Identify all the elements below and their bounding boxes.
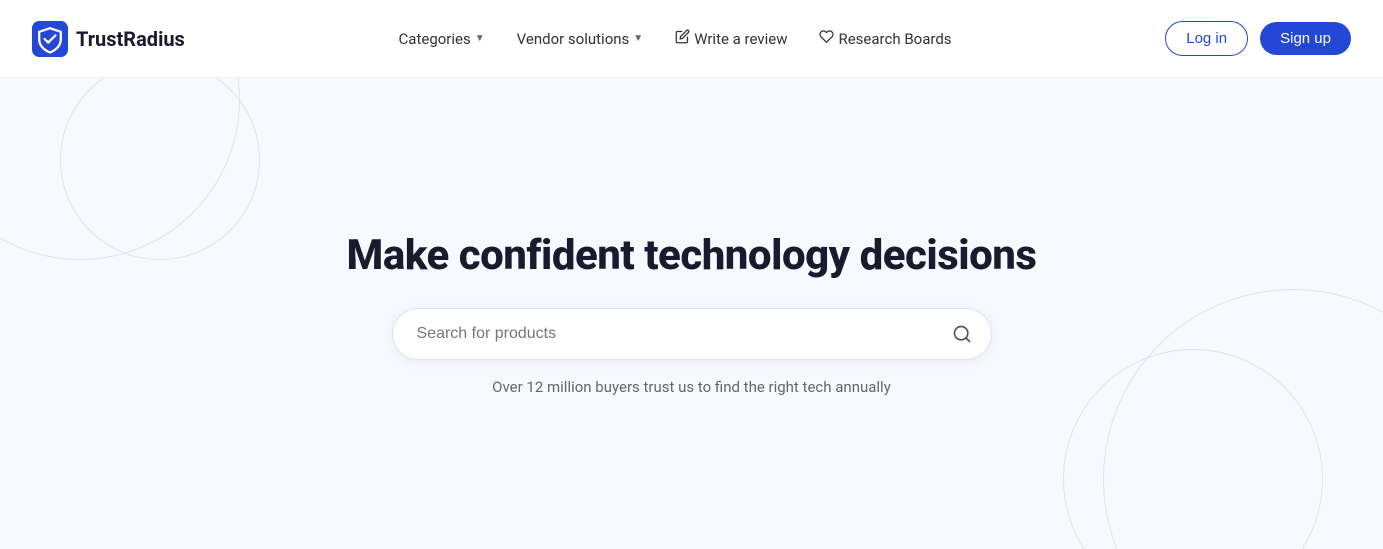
pencil-icon	[675, 29, 690, 48]
write-review-nav-link[interactable]: Write a review	[675, 29, 787, 48]
search-container	[392, 308, 992, 360]
categories-label: Categories	[399, 30, 471, 48]
search-icon	[952, 324, 972, 344]
login-button[interactable]: Log in	[1165, 21, 1248, 56]
trust-radius-logo-icon	[32, 21, 68, 57]
hero-subtitle: Over 12 million buyers trust us to find …	[492, 378, 891, 396]
signup-button[interactable]: Sign up	[1260, 22, 1351, 55]
logo-link[interactable]: TrustRadius	[32, 21, 185, 57]
vendor-solutions-nav-link[interactable]: Vendor solutions ▼	[517, 30, 644, 48]
search-button[interactable]	[948, 320, 976, 348]
hero-section: Make confident technology decisions Over…	[0, 78, 1383, 549]
research-boards-nav-link[interactable]: Research Boards	[819, 29, 951, 48]
navbar: TrustRadius Categories ▼ Vendor solution…	[0, 0, 1383, 78]
navbar-right: Log in Sign up	[1165, 21, 1351, 56]
research-boards-label: Research Boards	[838, 30, 951, 48]
categories-nav-link[interactable]: Categories ▼	[399, 30, 485, 48]
heart-icon	[819, 29, 834, 48]
vendor-solutions-label: Vendor solutions	[517, 30, 630, 48]
write-review-label: Write a review	[694, 30, 787, 48]
logo-text: TrustRadius	[76, 27, 185, 51]
search-input[interactable]	[392, 308, 992, 360]
navbar-left: TrustRadius	[32, 21, 185, 57]
hero-title: Make confident technology decisions	[347, 231, 1037, 280]
vendor-solutions-chevron-icon: ▼	[633, 33, 643, 44]
navbar-center: Categories ▼ Vendor solutions ▼ Write a …	[399, 29, 952, 48]
categories-chevron-icon: ▼	[475, 33, 485, 44]
